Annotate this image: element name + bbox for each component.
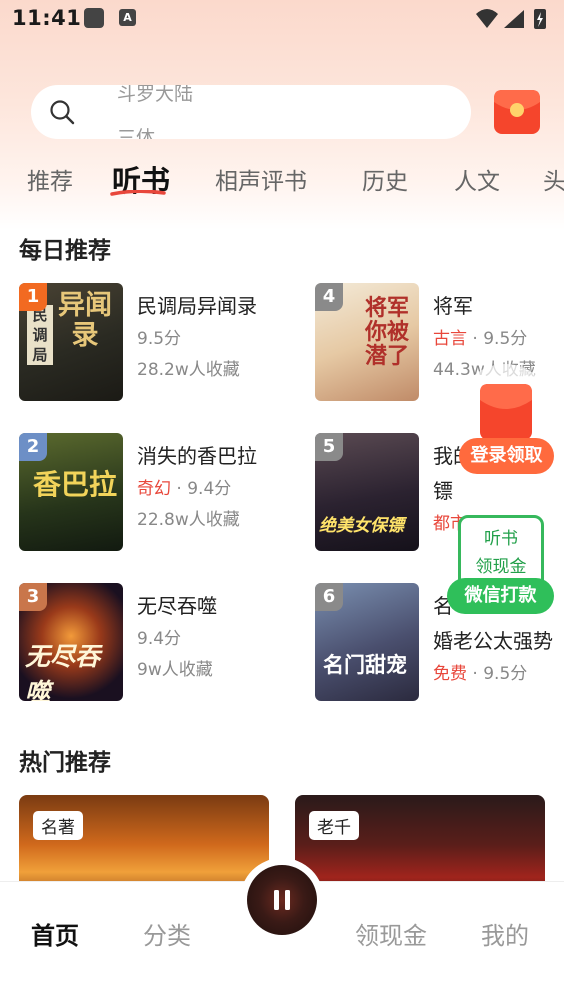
nav-home[interactable]: 首页: [31, 916, 79, 951]
book-score: 9.5分: [483, 664, 528, 684]
rank-badge: 6: [315, 583, 343, 611]
rank-badge: 2: [19, 433, 47, 461]
cash-line-2: 领现金: [475, 557, 527, 577]
cover-title: 异闻录: [58, 290, 112, 351]
wechat-payout-button[interactable]: 微信打款: [447, 578, 554, 614]
book-genre: 古言: [433, 329, 467, 349]
book-title: 民调局异闻录: [137, 294, 257, 318]
nav-mine[interactable]: 我的: [481, 916, 529, 951]
red-envelope-icon: [480, 384, 532, 440]
rank-badge: 4: [315, 283, 343, 311]
search-suggestion-2: 三体: [117, 127, 156, 139]
book-item[interactable]: 无尽吞噬 3 无尽吞噬 9.4分 9w人收藏: [19, 583, 289, 701]
book-favorites: 28.2w人收藏: [137, 360, 240, 380]
search-bar[interactable]: 斗罗大陆 三体: [31, 85, 471, 139]
player-disc[interactable]: [247, 865, 317, 935]
book-meta: 古言 · 9.5分: [433, 329, 528, 349]
category-tabs: 推荐 听书 相声评书 历史 人文 头: [0, 156, 564, 206]
book-score: 9.5分: [483, 329, 528, 349]
pause-icon: [274, 890, 290, 910]
book-title: 无尽吞噬: [137, 594, 217, 618]
status-bar: 11:41 A: [0, 0, 564, 38]
cover-title: 绝美女保镖: [319, 516, 404, 536]
signal-icon: [504, 10, 524, 28]
rank-badge: 3: [19, 583, 47, 611]
rank-badge: 5: [315, 433, 343, 461]
red-envelope-icon[interactable]: [492, 88, 542, 136]
book-score: 9.5分: [137, 329, 182, 349]
book-favorites: 22.8w人收藏: [137, 510, 240, 530]
tab-headline[interactable]: 头: [543, 162, 564, 196]
cover-label: 民调局: [27, 305, 53, 365]
hot-card-tag: 名著: [33, 811, 83, 840]
tab-humanities[interactable]: 人文: [454, 162, 500, 196]
book-title: 将军: [433, 294, 473, 318]
login-claim-button[interactable]: 登录领取: [459, 438, 554, 474]
tab-recommend[interactable]: 推荐: [27, 162, 73, 196]
book-title: 消失的香巴拉: [137, 444, 257, 468]
cover-title: 香巴拉: [33, 468, 118, 501]
cover-title: 无尽吞噬: [25, 642, 101, 701]
search-icon: [50, 100, 75, 125]
a-notification-icon: A: [119, 9, 136, 26]
nav-category[interactable]: 分类: [143, 916, 191, 951]
tab-crosstalk[interactable]: 相声评书: [215, 162, 307, 196]
hot-section-title: 热门推荐: [19, 750, 111, 776]
daily-section-title: 每日推荐: [19, 238, 111, 264]
search-suggestion-1: 斗罗大陆: [117, 85, 194, 105]
app-notification-icon: [84, 8, 104, 28]
cover-title: 名门甜宠: [323, 653, 407, 677]
hot-card-tag: 老千: [309, 811, 359, 840]
book-meta: 免费 · 9.5分: [433, 664, 528, 684]
wifi-icon: [476, 9, 498, 28]
tab-active-indicator: [110, 190, 166, 196]
cover-title: 将军你被潜了: [365, 296, 410, 369]
book-score: 9.4分: [187, 479, 232, 499]
tab-history[interactable]: 历史: [362, 162, 408, 196]
book-item[interactable]: 香巴拉 2 消失的香巴拉 奇幻 · 9.4分 22.8w人收藏: [19, 433, 289, 551]
book-favorites: 9w人收藏: [137, 660, 213, 680]
book-genre: 奇幻: [137, 479, 171, 499]
book-score: 9.4分: [137, 629, 182, 649]
book-meta: 奇幻 · 9.4分: [137, 479, 232, 499]
status-icons: [476, 9, 546, 29]
status-time: 11:41: [12, 6, 82, 30]
book-title-line2: 镖: [433, 479, 453, 503]
book-title-line2: 婚老公太强势: [433, 629, 553, 653]
rank-badge: 1: [19, 283, 47, 311]
book-genre: 免费: [433, 664, 467, 684]
book-item[interactable]: 异闻录 民调局 1 民调局异闻录 9.5分 28.2w人收藏: [19, 283, 289, 401]
nav-claim-cash[interactable]: 领现金: [355, 916, 427, 951]
cash-line-1: 听书: [484, 529, 518, 549]
